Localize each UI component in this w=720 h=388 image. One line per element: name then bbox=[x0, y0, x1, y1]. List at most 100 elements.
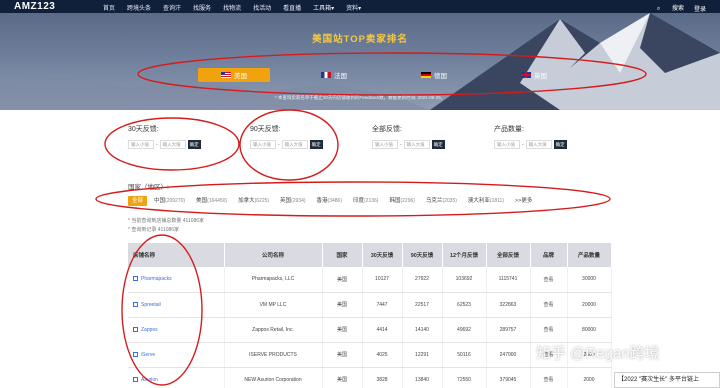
site-logo[interactable]: AMZ123 bbox=[14, 1, 55, 12]
feedback-all-cell: 247900 bbox=[486, 342, 531, 368]
filter-all: 全部反馈: 输入小值 - 输入大值 确定 bbox=[372, 124, 494, 149]
chip-name: 澳大利亚 bbox=[467, 198, 490, 204]
view-brand-link[interactable]: 查看 bbox=[543, 277, 553, 283]
promo-banner[interactable]: 【2022 "赛次生长" 多平台链上 bbox=[614, 372, 720, 388]
chip-usa[interactable]: 美国(164450) bbox=[192, 196, 231, 206]
chip-korea[interactable]: 韩国(2296) bbox=[385, 196, 418, 206]
login-link[interactable]: 登录 bbox=[694, 4, 706, 13]
view-brand-link[interactable]: 查看 bbox=[543, 302, 553, 308]
nav-item-toolbox[interactable]: 工具箱▾ bbox=[313, 3, 334, 12]
min-input[interactable]: 输入小值 bbox=[128, 140, 154, 149]
column-header[interactable]: 产品数量 bbox=[567, 243, 612, 267]
column-header[interactable]: 国家 bbox=[322, 243, 363, 267]
column-header[interactable]: 30天反馈 bbox=[362, 243, 403, 267]
chip-count: (2136) bbox=[364, 198, 379, 204]
tab-country-fr[interactable]: 法国 bbox=[298, 68, 370, 82]
region-label: 国家（地区）: bbox=[128, 184, 169, 191]
tab-country-label: 法国 bbox=[334, 73, 347, 80]
uk-flag-icon bbox=[521, 72, 531, 78]
feedback-30d-cell: 4414 bbox=[362, 317, 403, 343]
column-header[interactable]: 品牌 bbox=[530, 243, 568, 267]
store-link[interactable]: Zappos bbox=[141, 327, 158, 333]
nav-item-resources[interactable]: 资料▾ bbox=[346, 3, 361, 12]
range-dash: - bbox=[400, 141, 402, 148]
table-row: Spreetail VM MP LLC 美国 7447 22517 62523 … bbox=[128, 292, 612, 318]
confirm-button[interactable]: 确定 bbox=[309, 140, 323, 149]
store-link[interactable]: Spreetail bbox=[141, 302, 161, 308]
store-icon bbox=[133, 276, 138, 282]
min-input[interactable]: 输入小值 bbox=[372, 140, 398, 149]
zhihu-watermark: 知乎 @Regan跨境 bbox=[536, 345, 660, 362]
nav-item-logistics[interactable]: 找物流 bbox=[223, 3, 241, 12]
chip-china[interactable]: 中国(209270) bbox=[150, 196, 189, 206]
chip-all[interactable]: 全部 bbox=[128, 196, 148, 206]
brand-cell: 查看 bbox=[530, 367, 568, 388]
search-link[interactable]: ⌕ 搜索 bbox=[647, 3, 684, 13]
column-header[interactable]: 12个月反馈 bbox=[442, 243, 487, 267]
company-cell: ISERVE PRODUCTS bbox=[224, 342, 323, 368]
nav-item-query[interactable]: 查询汗 bbox=[163, 3, 181, 12]
chip-name: >>更多 bbox=[515, 198, 533, 204]
country-cell: 美国 bbox=[322, 342, 363, 368]
products-cell: 80000 bbox=[567, 317, 612, 343]
store-link[interactable]: Pharmapacks bbox=[141, 276, 172, 282]
company-cell: NEW Asurion Corporation bbox=[224, 367, 323, 388]
confirm-button[interactable]: 确定 bbox=[187, 140, 201, 149]
region-chips: 全部 中国(209270) 美国(164450) 加拿大(6225) 英国(29… bbox=[128, 196, 539, 206]
nav-item-headlines[interactable]: 跨境头条 bbox=[127, 3, 151, 12]
chip-ukraine[interactable]: 乌克兰(2035) bbox=[422, 196, 461, 206]
tab-country-us[interactable]: 美国 bbox=[198, 68, 270, 82]
chip-canada[interactable]: 加拿大(6225) bbox=[234, 196, 273, 206]
column-header[interactable]: 店铺名称 bbox=[128, 243, 225, 267]
top-navbar: AMZ123 首页 跨境头条 查询汗 找服务 找物流 找活动 看直播 工具箱▾ … bbox=[0, 0, 720, 13]
products-cell: 30000 bbox=[567, 267, 612, 293]
chip-more[interactable]: >>更多 bbox=[511, 196, 536, 206]
de-flag-icon bbox=[421, 72, 431, 78]
table-row: Pharmapacks Pharmapacks, LLC 美国 10127 27… bbox=[128, 267, 612, 293]
view-brand-link[interactable]: 查看 bbox=[543, 377, 553, 383]
chip-hongkong[interactable]: 香港(3486) bbox=[313, 196, 346, 206]
company-cell: Pharmapacks, LLC bbox=[224, 267, 323, 293]
max-input[interactable]: 输入大值 bbox=[159, 140, 186, 149]
confirm-button[interactable]: 确定 bbox=[553, 140, 567, 149]
nav-item-events[interactable]: 找活动 bbox=[253, 3, 271, 12]
chip-uk[interactable]: 英国(2934) bbox=[276, 196, 309, 206]
store-link[interactable]: iServe bbox=[141, 352, 155, 358]
column-header[interactable]: 全部反馈 bbox=[486, 243, 531, 267]
view-brand-link[interactable]: 查看 bbox=[543, 327, 553, 333]
tab-country-de[interactable]: 德国 bbox=[398, 68, 470, 82]
nav-menu: 首页 跨境头条 查询汗 找服务 找物流 找活动 看直播 工具箱▾ 资料▾ bbox=[103, 3, 373, 12]
nav-item-services[interactable]: 找服务 bbox=[193, 3, 211, 12]
chip-australia[interactable]: 澳大利亚(1811) bbox=[464, 196, 508, 206]
min-input[interactable]: 输入小值 bbox=[494, 140, 520, 149]
country-cell: 美国 bbox=[322, 317, 363, 343]
nav-item-live[interactable]: 看直播 bbox=[283, 3, 301, 12]
feedback-12m-cell: 62523 bbox=[442, 292, 487, 318]
chip-name: 加拿大 bbox=[238, 198, 255, 204]
nav-item-home[interactable]: 首页 bbox=[103, 3, 115, 12]
column-header[interactable]: 90天反馈 bbox=[402, 243, 443, 267]
feedback-filters: 30天反馈: 输入小值 - 输入大值 确定 90天反馈: 输入小值 - 输入大值… bbox=[128, 124, 616, 149]
filter-products: 产品数量: 输入小值 - 输入大值 确定 bbox=[494, 124, 616, 149]
country-tabs: 美国 法国 德国 英国 bbox=[198, 68, 598, 82]
table-row: Asurion NEW Asurion Corporation 美国 3828 … bbox=[128, 367, 612, 388]
max-input[interactable]: 输入大值 bbox=[281, 140, 308, 149]
max-input[interactable]: 输入大值 bbox=[525, 140, 552, 149]
confirm-button[interactable]: 确定 bbox=[431, 140, 445, 149]
store-link[interactable]: Asurion bbox=[141, 377, 158, 383]
range-dash: - bbox=[156, 141, 158, 148]
tab-country-label: 英国 bbox=[534, 73, 547, 80]
store-icon bbox=[133, 301, 138, 307]
min-input[interactable]: 输入小值 bbox=[250, 140, 276, 149]
range-dash: - bbox=[278, 141, 280, 148]
chip-india[interactable]: 印度(2136) bbox=[349, 196, 382, 206]
chip-name: 印度 bbox=[352, 198, 364, 204]
country-cell: 美国 bbox=[322, 267, 363, 293]
tab-country-uk[interactable]: 英国 bbox=[498, 68, 570, 82]
range-dash: - bbox=[522, 141, 524, 148]
feedback-90d-cell: 22517 bbox=[402, 292, 443, 318]
max-input[interactable]: 输入大值 bbox=[403, 140, 430, 149]
hero-note: * 本查询卖家名单于截止30天内店铺收到的Feedback数。数据更新时间: 2… bbox=[274, 95, 446, 100]
column-header[interactable]: 公司名称 bbox=[224, 243, 323, 267]
filter-label: 全部反馈: bbox=[372, 126, 402, 133]
